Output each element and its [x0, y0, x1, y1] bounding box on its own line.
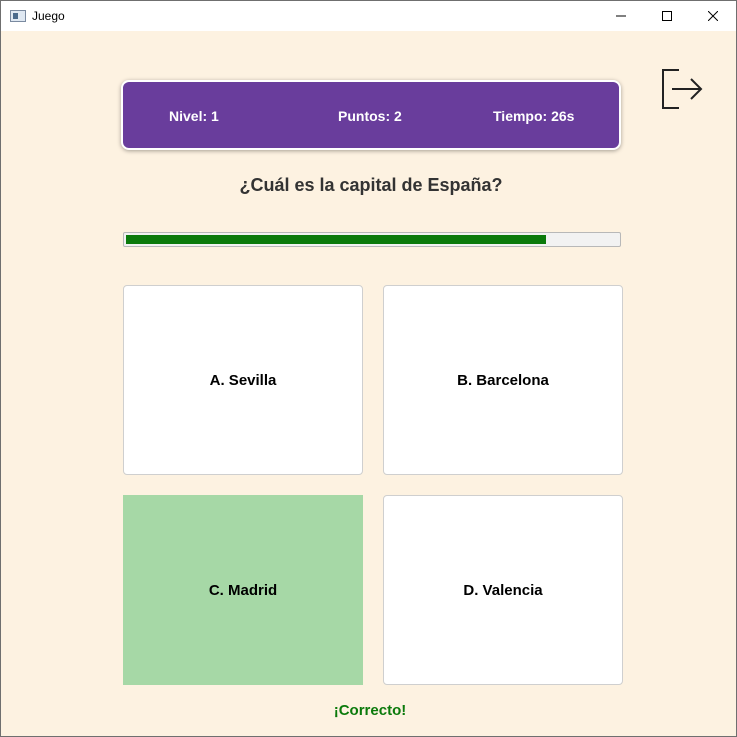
feedback-text: ¡Correcto! — [333, 702, 407, 719]
game-window: Juego Nivel: 1 Puntos: 2 Tiempo: 26s ¿Cu… — [0, 0, 737, 737]
window-title: Juego — [32, 9, 65, 23]
answer-option-c[interactable]: C. Madrid — [123, 495, 363, 685]
answer-option-a[interactable]: A. Sevilla — [123, 285, 363, 475]
minimize-icon[interactable] — [598, 1, 644, 31]
maximize-icon[interactable] — [644, 1, 690, 31]
title-bar[interactable]: Juego — [1, 1, 736, 31]
answer-option-d[interactable]: D. Valencia — [383, 495, 623, 685]
exit-button[interactable] — [659, 67, 705, 111]
answer-option-b[interactable]: B. Barcelona — [383, 285, 623, 475]
close-icon[interactable] — [690, 1, 736, 31]
question-text: ¿Cuál es la capital de España? — [239, 175, 503, 195]
window-app-icon — [10, 10, 26, 22]
level-label: Nivel: 1 — [169, 108, 219, 124]
time-progress-bar — [123, 232, 621, 247]
progress-fill — [126, 235, 546, 244]
points-label: Puntos: 2 — [338, 108, 402, 124]
time-label: Tiempo: 26s — [493, 108, 575, 124]
status-bar: Nivel: 1 Puntos: 2 Tiempo: 26s — [121, 80, 621, 150]
window-controls — [598, 1, 736, 31]
exit-icon — [662, 69, 703, 109]
